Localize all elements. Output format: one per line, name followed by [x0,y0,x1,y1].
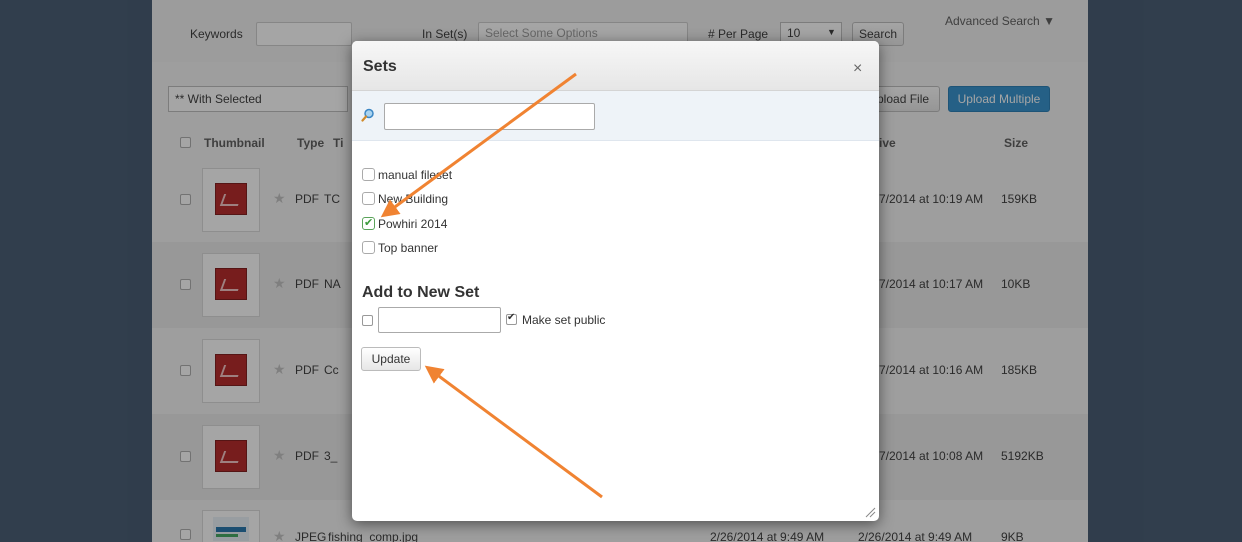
annotation-arrows [380,72,603,499]
arrow-to-checkbox [380,72,577,218]
arrow-to-update-button [424,365,603,499]
